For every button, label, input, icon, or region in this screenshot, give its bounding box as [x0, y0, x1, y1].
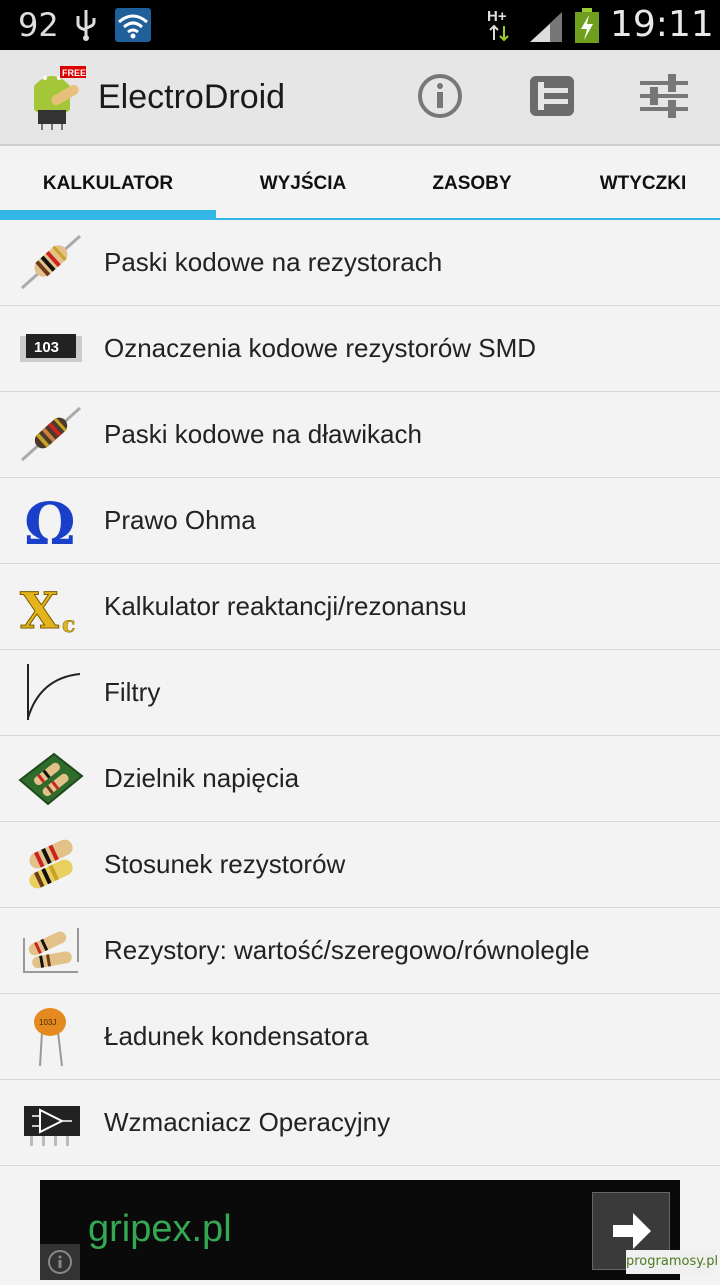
- usb-icon: [76, 10, 96, 41]
- list-item-resistor-color-code[interactable]: Paski kodowe na rezystorach: [0, 220, 720, 306]
- free-badge: FREE: [62, 68, 86, 78]
- item-label: Ładunek kondensatora: [104, 1021, 369, 1051]
- calculator-list: Paski kodowe na rezystorach 103 Oznaczen…: [0, 220, 720, 1166]
- item-label: Filtry: [104, 677, 161, 707]
- resistor-icon: [20, 234, 82, 290]
- item-label: Oznaczenia kodowe rezystorów SMD: [104, 333, 537, 363]
- capacitor-icon: 103J: [34, 1008, 66, 1067]
- signal-icon: [530, 12, 562, 42]
- battery-charging-icon: [575, 8, 599, 43]
- network-type-text: H+: [487, 8, 507, 25]
- tab-wyjscia[interactable]: WYJŚCIA: [216, 146, 390, 218]
- ad-banner[interactable]: gripex.pl: [40, 1180, 680, 1280]
- resistor-network-icon: [23, 928, 79, 973]
- item-label: Paski kodowe na dławikach: [104, 419, 422, 449]
- selected-tab-indicator: [0, 210, 216, 218]
- reactance-c-subscript: c: [62, 612, 75, 638]
- inductor-icon: [20, 406, 82, 462]
- tab-zasoby[interactable]: ZASOBY: [390, 146, 554, 218]
- action-bar: FREE ElectroDroid: [0, 50, 720, 146]
- list-item-resistors-series-parallel[interactable]: Rezystory: wartość/szeregowo/równolegle: [0, 908, 720, 994]
- info-icon: [48, 1250, 72, 1274]
- plug-icon[interactable]: [524, 68, 580, 124]
- ad-text: gripex.pl: [88, 1208, 232, 1250]
- filter-curve-icon: [27, 664, 81, 720]
- wifi-icon: [115, 8, 151, 42]
- smd-resistor-icon: 103: [20, 334, 82, 362]
- list-item-reactance-calculator[interactable]: X c Kalkulator reaktancji/rezonansu: [0, 564, 720, 650]
- capacitor-code-text: 103J: [39, 1018, 56, 1027]
- item-label: Kalkulator reaktancji/rezonansu: [104, 591, 467, 621]
- resistor-ratio-icon: [29, 839, 73, 889]
- status-bar: 92 H+ 19:11: [0, 0, 720, 50]
- list-item-ohms-law[interactable]: Ω Prawo Ohma: [0, 478, 720, 564]
- tab-wtyczki[interactable]: WTYCZKI: [554, 146, 720, 218]
- item-label: Prawo Ohma: [104, 505, 256, 535]
- ad-info-button[interactable]: [40, 1244, 80, 1280]
- item-label: Stosunek rezystorów: [104, 849, 346, 879]
- tab-bar: KALKULATOR WYJŚCIA ZASOBY WTYCZKI: [0, 146, 720, 220]
- list-item-voltage-divider[interactable]: Dzielnik napięcia: [0, 736, 720, 822]
- mobile-data-icon: H+: [487, 8, 509, 42]
- voltage-divider-icon: [18, 752, 84, 806]
- op-amp-icon: [24, 1106, 80, 1146]
- list-item-inductor-color-code[interactable]: Paski kodowe na dławikach: [0, 392, 720, 478]
- list-item-resistor-ratio[interactable]: Stosunek rezystorów: [0, 822, 720, 908]
- settings-sliders-icon[interactable]: [636, 68, 692, 124]
- app-title: ElectroDroid: [98, 78, 286, 116]
- omega-symbol: Ω: [24, 490, 76, 552]
- app-logo-icon: FREE: [34, 66, 86, 130]
- item-label: Wzmacniacz Operacyjny: [104, 1107, 391, 1137]
- battery-level-text: 92: [18, 6, 59, 44]
- item-label: Paski kodowe na rezystorach: [104, 247, 443, 277]
- info-icon[interactable]: [412, 68, 468, 124]
- watermark: programosy.pl: [626, 1250, 718, 1274]
- item-label: Dzielnik napięcia: [104, 763, 300, 793]
- list-item-op-amp[interactable]: Wzmacniacz Operacyjny: [0, 1080, 720, 1166]
- list-item-capacitor-charge[interactable]: 103J Ładunek kondensatora: [0, 994, 720, 1080]
- smd-code-text: 103: [34, 339, 59, 356]
- item-label: Rezystory: wartość/szeregowo/równolegle: [104, 935, 590, 965]
- reactance-icon: X c: [20, 581, 76, 639]
- list-item-filters[interactable]: Filtry: [0, 650, 720, 736]
- list-item-smd-resistor[interactable]: 103 Oznaczenia kodowe rezystorów SMD: [0, 306, 720, 392]
- tab-kalkulator[interactable]: KALKULATOR: [0, 146, 216, 218]
- clock: 19:11: [610, 4, 714, 45]
- omega-icon: Ω: [24, 490, 76, 552]
- reactance-x-symbol: X: [20, 581, 59, 638]
